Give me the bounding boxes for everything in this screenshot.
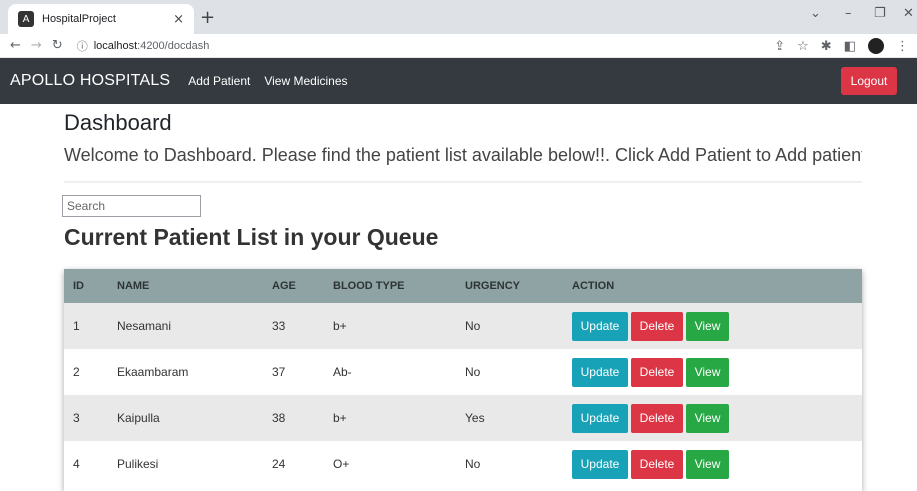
view-button[interactable]: View [686,357,729,387]
view-button[interactable]: View [686,311,729,341]
cell-actions: Update Delete View [572,349,862,395]
profile-avatar[interactable] [868,38,884,54]
browser-tab[interactable]: A HospitalProject × [8,4,194,34]
table-row: 2 Ekaambaram 37 Ab- No Update Delete View [64,349,862,395]
url-path: :4200/docdash [137,39,210,52]
tab-title: HospitalProject [42,13,116,25]
cell-actions: Update Delete View [572,441,862,487]
url-host: localhost [93,39,138,52]
header-name: NAME [117,280,150,292]
logout-button[interactable]: Logout [841,67,897,95]
forward-icon[interactable]: → [31,38,42,53]
nav-add-patient[interactable]: Add Patient [188,74,250,88]
cell-id: 2 [73,365,80,379]
header-id: ID [73,280,84,292]
update-button[interactable]: Update [572,449,628,479]
header-blood-type: BLOOD TYPE [333,280,405,292]
cell-blood-type: Ab- [333,365,352,379]
cell-age: 33 [272,319,286,333]
delete-button[interactable]: Delete [631,403,683,433]
browser-tab-bar: A HospitalProject × + ⌄ – ❐ ✕ [0,0,917,34]
site-info-icon[interactable]: ⓘ [77,38,88,54]
page-title: Dashboard [64,110,172,135]
update-button[interactable]: Update [572,311,628,341]
header-age: AGE [272,280,296,292]
table-row: 1 Nesamani 33 b+ No Update Delete View [64,303,862,349]
search-input[interactable] [62,195,201,217]
restore-icon[interactable]: ❐ [874,6,886,21]
delete-button[interactable]: Delete [631,311,683,341]
table-row: 4 Pulikesi 24 O+ No Update Delete View [64,441,862,487]
url-field[interactable]: ⓘ localhost:4200/docdash [77,38,210,54]
cell-id: 1 [73,319,80,333]
cell-blood-type: O+ [333,457,350,471]
delete-button[interactable]: Delete [631,357,683,387]
view-button[interactable]: View [686,449,729,479]
cell-urgency: Yes [465,411,485,425]
cell-name: Pulikesi [117,457,159,471]
new-tab-icon[interactable]: + [200,7,215,28]
cell-urgency: No [465,365,481,379]
reload-icon[interactable]: ↻ [52,38,63,53]
back-icon[interactable]: ← [10,38,21,53]
bookmark-star-icon[interactable]: ☆ [797,39,809,54]
app-navbar: APOLLO HOSPITALS Add Patient View Medici… [0,58,917,104]
cell-actions: Update Delete View [572,303,862,349]
menu-kebab-icon[interactable]: ⋮ [896,39,909,54]
cell-age: 24 [272,457,286,471]
cell-urgency: No [465,457,481,471]
cell-name: Kaipulla [117,411,160,425]
update-button[interactable]: Update [572,357,628,387]
patient-list-title: Current Patient List in your Queue [64,224,439,250]
cell-blood-type: b+ [333,411,347,425]
cell-blood-type: b+ [333,319,347,333]
delete-button[interactable]: Delete [631,449,683,479]
patient-table: ID NAME AGE BLOOD TYPE URGENCY ACTION 1 … [64,269,862,487]
address-bar: ← → ↻ ⓘ localhost:4200/docdash ⇪ ☆ ✱ ◧ ⋮ [0,34,917,58]
cell-name: Nesamani [117,319,172,333]
cell-name: Ekaambaram [117,365,189,379]
update-button[interactable]: Update [572,403,628,433]
minimize-icon[interactable]: – [845,6,852,21]
welcome-message: Welcome to Dashboard. Please find the pa… [64,145,862,165]
cell-age: 37 [272,365,286,379]
side-panel-icon[interactable]: ◧ [844,39,856,54]
cell-id: 3 [73,411,80,425]
close-window-icon[interactable]: ✕ [903,6,914,21]
patient-table-container: ID NAME AGE BLOOD TYPE URGENCY ACTION 1 … [64,269,862,491]
extensions-puzzle-icon[interactable]: ✱ [821,39,832,54]
brand-logo-text[interactable]: APOLLO HOSPITALS [10,72,170,90]
table-row: 3 Kaipulla 38 b+ Yes Update Delete View [64,395,862,441]
tab-search-icon[interactable]: ⌄ [810,6,821,21]
angular-favicon-icon: A [18,11,34,27]
table-header-row: ID NAME AGE BLOOD TYPE URGENCY ACTION [64,269,862,303]
header-urgency: URGENCY [465,280,521,292]
divider [64,181,862,183]
cell-age: 38 [272,411,286,425]
share-icon[interactable]: ⇪ [774,39,785,54]
nav-view-medicines[interactable]: View Medicines [264,74,347,88]
view-button[interactable]: View [686,403,729,433]
cell-actions: Update Delete View [572,395,862,441]
cell-id: 4 [73,457,80,471]
header-action: ACTION [572,280,615,292]
tab-close-icon[interactable]: × [173,12,184,27]
cell-urgency: No [465,319,481,333]
